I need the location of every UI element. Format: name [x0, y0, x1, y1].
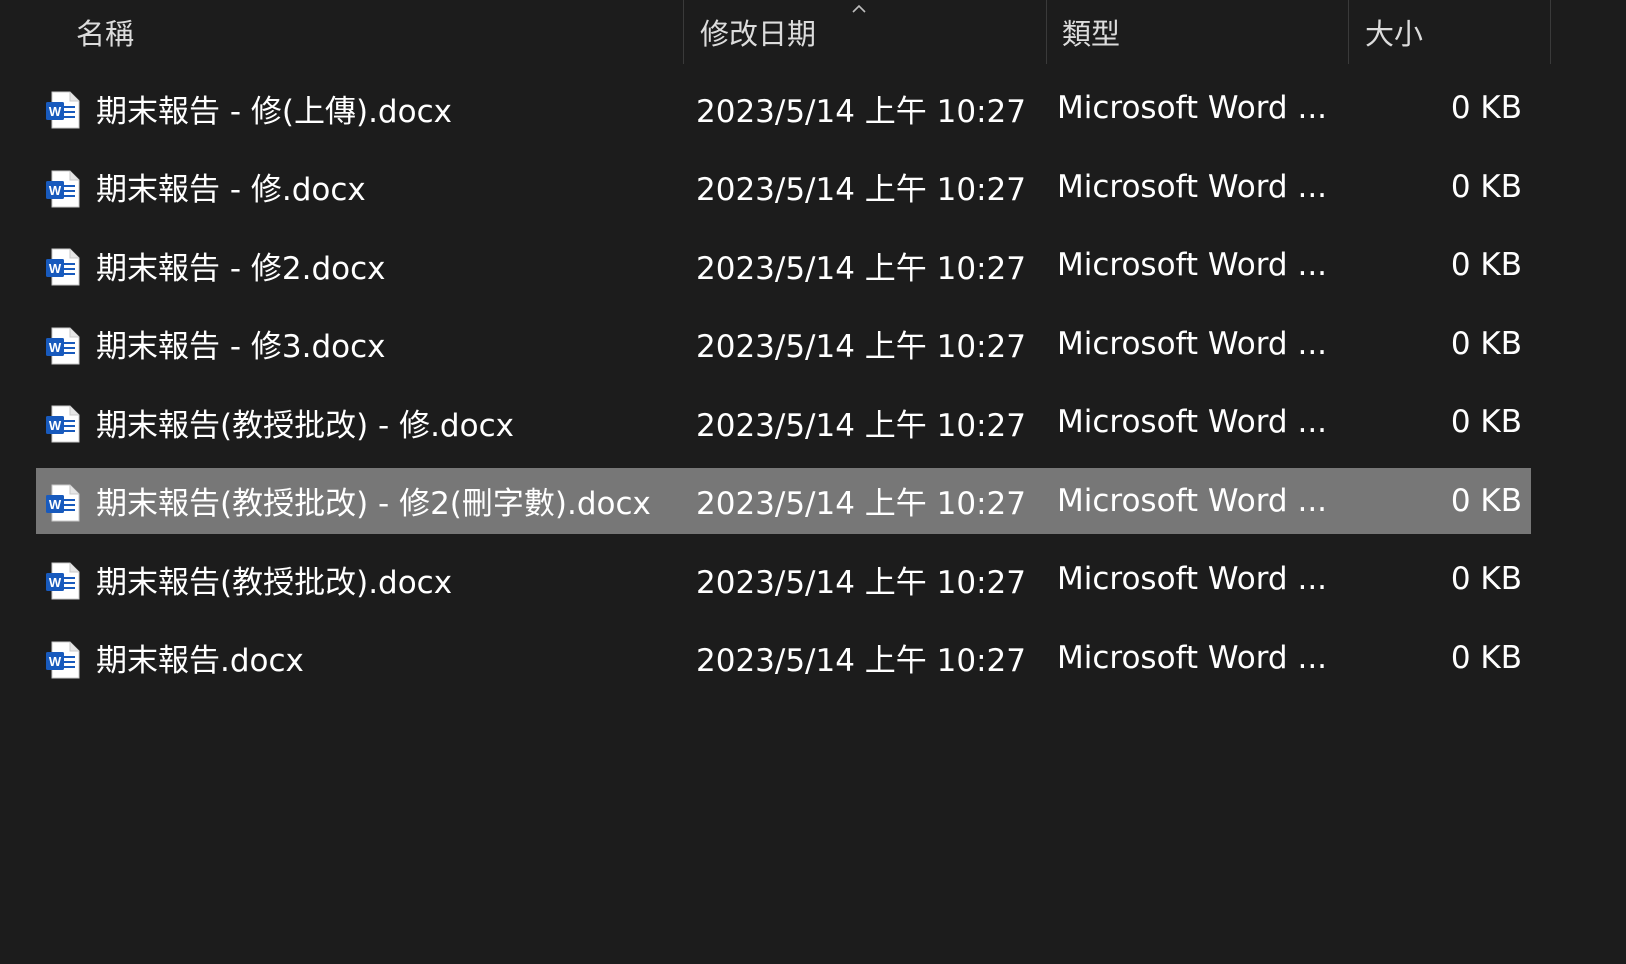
file-name: 期末報告.docx	[96, 643, 304, 679]
chevron-up-icon	[852, 4, 866, 13]
file-row[interactable]: W 期末報告.docx 2023/5/14 上午 10:27 Microsoft Wo…	[36, 625, 1531, 691]
column-header-size-label: 大小	[1365, 17, 1424, 51]
file-type: Microsoft Word ...	[1057, 404, 1328, 440]
file-date-modified: 2023/5/14 上午 10:27	[696, 564, 1026, 601]
file-name: 期末報告 - 修2.docx	[96, 250, 386, 287]
svg-text:W: W	[49, 497, 62, 512]
file-date-modified: 2023/5/14 上午 10:27	[696, 486, 1026, 522]
svg-text:W: W	[49, 104, 62, 119]
file-row-selected[interactable]: W 期末報告(教授批改) - 修2(刪字數).docx 2023/5/14 上午 1…	[36, 467, 1531, 534]
column-header-type[interactable]: 類型	[1047, 0, 1349, 64]
svg-text:W: W	[49, 418, 62, 433]
file-name: 期末報告(教授批改) - 修.docx	[96, 407, 514, 444]
file-row[interactable]: W 期末報告 - 修.docx 2023/5/14 上午 10:27 Microsof…	[36, 154, 1531, 220]
file-size: 0 KB	[1450, 168, 1522, 205]
svg-text:W: W	[49, 654, 62, 669]
file-date-modified: 2023/5/14 上午 10:27	[696, 329, 1026, 365]
word-document-icon: W	[46, 91, 80, 129]
file-size: 0 KB	[1450, 247, 1522, 283]
file-type: Microsoft Word ...	[1057, 90, 1328, 126]
word-document-icon: W	[46, 170, 80, 207]
file-row[interactable]: W 期末報告 - 修(上傳).docx 2023/5/14 上午 10:27 Micr…	[36, 75, 1531, 141]
file-type: Microsoft Word ...	[1057, 482, 1328, 519]
file-type: Microsoft Word ...	[1057, 247, 1328, 283]
file-date-modified: 2023/5/14 上午 10:27	[696, 407, 1026, 444]
file-row[interactable]: W 期末報告(教授批改).docx 2023/5/14 上午 10:27 Micros…	[36, 546, 1531, 612]
word-document-icon: W	[46, 248, 80, 286]
svg-text:W: W	[49, 340, 62, 355]
svg-text:W: W	[49, 575, 62, 590]
file-name: 期末報告 - 修(上傳).docx	[96, 93, 452, 130]
file-row[interactable]: W 期末報告 - 修2.docx 2023/5/14 上午 10:27 Microso…	[36, 232, 1531, 298]
file-date-modified: 2023/5/14 上午 10:27	[696, 93, 1026, 130]
file-row[interactable]: W 期末報告 - 修3.docx 2023/5/14 上午 10:27 Microso…	[36, 311, 1531, 377]
file-name: 期末報告 - 修3.docx	[96, 329, 386, 365]
file-size: 0 KB	[1450, 561, 1522, 597]
file-date-modified: 2023/5/14 上午 10:27	[696, 643, 1026, 679]
column-header-bar: 名稱 修改日期 類型 大小	[0, 0, 1626, 64]
file-name: 期末報告(教授批改) - 修2(刪字數).docx	[96, 486, 651, 522]
file-size: 0 KB	[1450, 639, 1522, 676]
file-size: 0 KB	[1450, 90, 1522, 126]
file-size: 0 KB	[1450, 482, 1522, 519]
column-header-size[interactable]: 大小	[1349, 0, 1551, 64]
file-type: Microsoft Word ...	[1057, 168, 1328, 205]
file-size: 0 KB	[1450, 325, 1522, 362]
file-row[interactable]: W 期末報告(教授批改) - 修.docx 2023/5/14 上午 10:27 Mi…	[36, 389, 1531, 455]
file-type: Microsoft Word ...	[1057, 561, 1328, 597]
word-document-icon: W	[46, 641, 80, 678]
file-date-modified: 2023/5/14 上午 10:27	[696, 172, 1026, 208]
column-header-name-label: 名稱	[76, 17, 135, 51]
file-name: 期末報告 - 修.docx	[96, 172, 366, 208]
word-document-icon: W	[46, 327, 80, 364]
column-header-type-label: 類型	[1062, 17, 1121, 51]
file-explorer-details-view: 名稱 修改日期 類型 大小 W 期末報告 - 修(上傳).docx 2023/5/1…	[0, 0, 1626, 964]
column-header-date-label: 修改日期	[700, 17, 817, 51]
file-type: Microsoft Word ...	[1057, 325, 1328, 362]
svg-text:W: W	[49, 261, 62, 276]
file-date-modified: 2023/5/14 上午 10:27	[696, 250, 1026, 287]
file-size: 0 KB	[1450, 404, 1522, 440]
column-header-name[interactable]: 名稱	[0, 0, 684, 64]
file-name: 期末報告(教授批改).docx	[96, 564, 453, 601]
column-divider[interactable]	[1550, 0, 1551, 64]
svg-text:W: W	[49, 183, 62, 198]
word-document-icon: W	[46, 405, 80, 443]
word-document-icon: W	[46, 484, 80, 521]
word-document-icon: W	[46, 562, 80, 600]
file-type: Microsoft Word ...	[1057, 639, 1328, 676]
